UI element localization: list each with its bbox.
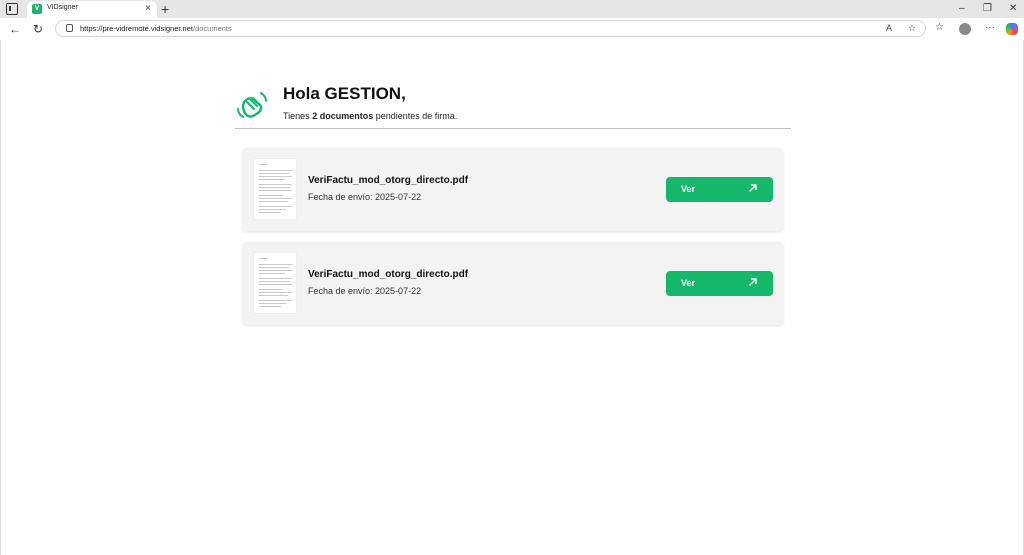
- url-text: https://pre-vidremote.vidsigner.net/docu…: [80, 24, 232, 33]
- document-thumbnail[interactable]: [253, 252, 297, 314]
- divider: [235, 128, 791, 129]
- waving-hand-icon: [237, 92, 267, 118]
- new-tab-button[interactable]: +: [161, 1, 169, 17]
- document-thumbnail[interactable]: [253, 158, 297, 220]
- document-card: VeriFactu_mod_otorg_directo.pdf Fecha de…: [243, 242, 783, 325]
- tab-title: VIDsigner: [47, 4, 78, 11]
- vidsigner-favicon-icon: V: [32, 4, 42, 14]
- page-viewport: Hola GESTION, Tienes 2 documentos pendie…: [0, 40, 1024, 555]
- document-name: VeriFactu_mod_otorg_directo.pdf: [308, 269, 469, 280]
- document-date: Fecha de envío: 2025-07-22: [308, 286, 422, 296]
- minimize-icon[interactable]: –: [959, 2, 965, 16]
- view-document-button[interactable]: Ver: [666, 271, 773, 296]
- back-icon[interactable]: ←: [9, 21, 21, 37]
- profile-avatar[interactable]: [959, 23, 971, 35]
- tab-actions-icon[interactable]: [6, 3, 18, 15]
- document-name: VeriFactu_mod_otorg_directo.pdf: [308, 175, 469, 186]
- browser-titlebar: V VIDsigner × + – ❐ ✕: [0, 0, 1024, 18]
- close-tab-icon[interactable]: ×: [145, 3, 151, 15]
- browser-toolbar: ← ↻ https://pre-vidremote.vidsigner.net/…: [0, 18, 1024, 40]
- restore-icon[interactable]: ❐: [983, 2, 992, 16]
- refresh-icon[interactable]: ↻: [33, 21, 43, 37]
- arrow-up-right-icon: [749, 184, 757, 192]
- document-date: Fecha de envío: 2025-07-22: [308, 192, 422, 202]
- copilot-icon[interactable]: [1006, 23, 1018, 35]
- pending-count: 2 documentos: [312, 111, 374, 121]
- window-close-icon[interactable]: ✕: [1009, 2, 1017, 16]
- lock-icon: [66, 24, 73, 32]
- view-document-button[interactable]: Ver: [666, 177, 773, 202]
- more-menu-icon[interactable]: ···: [985, 22, 995, 33]
- page-title: Hola GESTION,: [283, 84, 406, 103]
- read-aloud-icon[interactable]: A: [886, 23, 892, 33]
- browser-tab[interactable]: V VIDsigner ×: [27, 1, 157, 18]
- document-card: VeriFactu_mod_otorg_directo.pdf Fecha de…: [243, 148, 783, 231]
- favorites-icon[interactable]: ☆: [935, 22, 944, 33]
- address-bar[interactable]: https://pre-vidremote.vidsigner.net/docu…: [55, 20, 926, 37]
- pending-summary: Tienes 2 documentos pendientes de firma.: [283, 111, 458, 121]
- arrow-up-right-icon: [749, 278, 757, 286]
- favorite-star-icon[interactable]: ☆: [908, 23, 916, 34]
